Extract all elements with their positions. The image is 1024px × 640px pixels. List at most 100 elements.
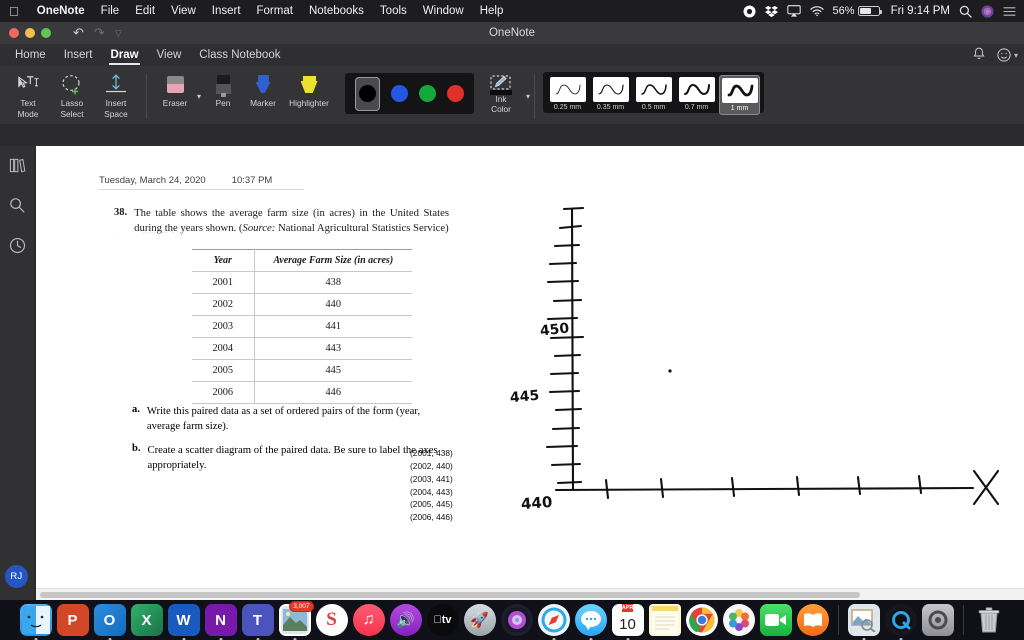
dock-item-system-preferences[interactable] [921, 604, 954, 636]
menu-item-tools[interactable]: Tools [372, 5, 415, 17]
ordered-pair-2002: (2002, 440) [410, 460, 453, 471]
thickness-option-0-35[interactable]: 0.35 mm [590, 75, 631, 113]
dock-item-siri[interactable] [500, 604, 533, 636]
dock-item-launchpad[interactable]: 🚀 [463, 604, 496, 636]
thickness-option-1mm-selected[interactable]: 1 mm [719, 75, 761, 115]
pen-button[interactable]: Pen [203, 69, 243, 109]
ink-color-chevron-down-icon[interactable]: ▾ [524, 92, 532, 101]
record-dot-icon[interactable] [743, 5, 756, 18]
menu-item-view[interactable]: View [163, 5, 204, 17]
horizontal-scrollbar-thumb[interactable] [40, 592, 860, 598]
cell-year: 2002 [192, 293, 255, 316]
dock-item-music[interactable]: ♫ [352, 604, 385, 636]
tab-insert[interactable]: Insert [55, 47, 102, 64]
note-page[interactable]: Tuesday, March 24, 2020 10:37 PM . -----… [36, 146, 1024, 633]
dock-item-notes[interactable] [648, 604, 681, 636]
question-source-label: Source: [242, 222, 276, 235]
dock-separator-2 [962, 605, 964, 635]
color-swatch-black-selected[interactable] [355, 76, 381, 111]
dock-item-outlook[interactable]: O [93, 604, 126, 640]
minimize-button[interactable] [25, 28, 35, 38]
battery-status[interactable]: 56% [833, 5, 882, 17]
customize-qat-chevron-down-icon[interactable]: ▽ [115, 28, 122, 39]
dock-item-notability[interactable]: S [315, 604, 348, 636]
spotlight-search-icon[interactable] [959, 5, 972, 18]
menu-item-insert[interactable]: Insert [204, 5, 249, 17]
dock-item-facetime[interactable] [759, 604, 792, 636]
color-swatch-blue[interactable] [391, 85, 409, 102]
ink-color-button[interactable]: Ink Color [478, 69, 524, 124]
thickness-option-0-7[interactable]: 0.7 mm [676, 75, 717, 113]
dock-item-messages[interactable] [574, 604, 607, 640]
highlighter-button[interactable]: Highlighter [283, 69, 335, 109]
thickness-option-0-25[interactable]: 0.25 mm [547, 75, 588, 113]
dock-item-finder[interactable] [19, 604, 52, 640]
redo-arrow-icon[interactable]: ↷ [94, 25, 105, 41]
menu-item-file[interactable]: File [93, 5, 128, 17]
tab-draw[interactable]: Draw [101, 47, 147, 65]
tab-home[interactable]: Home [6, 47, 55, 64]
menu-app-name[interactable]: OneNote [29, 5, 93, 17]
eraser-chevron-down-icon[interactable]: ▾ [195, 92, 203, 101]
siri-icon[interactable] [981, 4, 994, 18]
user-avatar[interactable]: RJ [5, 565, 28, 588]
dock-item-calendar[interactable]: APR 10 [611, 604, 644, 640]
dropbox-icon[interactable] [764, 5, 778, 18]
marker-button[interactable]: Marker [243, 69, 283, 109]
close-button[interactable] [9, 28, 19, 38]
bell-icon[interactable] [973, 47, 985, 63]
eraser-button[interactable]: Eraser [155, 69, 195, 109]
sidebar-item-notebooks[interactable] [6, 154, 28, 176]
dock-item-quicktime[interactable] [884, 604, 917, 640]
dock-item-chrome[interactable] [685, 604, 718, 636]
sidebar-item-recent[interactable] [6, 234, 28, 256]
stroke-preview-icon [721, 78, 758, 103]
insert-space-button[interactable]: Insert Space [94, 69, 138, 119]
text-mode-button[interactable]: Text Mode [6, 69, 50, 119]
dock-item-podcasts[interactable]: 🔊 [389, 604, 422, 636]
menu-item-edit[interactable]: Edit [127, 5, 163, 17]
dock-item-safari[interactable] [537, 604, 570, 640]
tab-view[interactable]: View [148, 47, 191, 64]
menu-item-format[interactable]: Format [249, 5, 301, 17]
sidebar-item-search[interactable] [6, 194, 28, 216]
lasso-select-label-2: Select [60, 108, 84, 119]
eraser-label: Eraser [162, 98, 188, 108]
undo-arrow-icon[interactable]: ↶ [73, 25, 84, 41]
page-date[interactable]: Tuesday, March 24, 2020 [99, 175, 206, 186]
account-menu[interactable]: ▾ [997, 48, 1018, 62]
thickness-label-0-25: 0.25 mm [553, 104, 582, 111]
dock-item-trash[interactable] [973, 604, 1005, 636]
color-swatch-red[interactable] [447, 85, 465, 102]
lasso-select-button[interactable]: Lasso Select [50, 69, 94, 119]
menu-item-window[interactable]: Window [415, 5, 472, 17]
menu-item-help[interactable]: Help [472, 5, 512, 17]
dock-item-word[interactable]: W [167, 604, 200, 640]
tab-class-notebook[interactable]: Class Notebook [190, 47, 289, 64]
dock-item-photos-shortcut[interactable]: 3,007 [278, 601, 314, 640]
dock-item-excel[interactable]: X [130, 604, 163, 636]
airplay-icon[interactable] [786, 5, 801, 17]
macos-dock: P O X W N T 3,007 S ♫ 🔊 tv 🚀 APR 10 [0, 600, 1024, 640]
left-navigation-rail: RJ [0, 146, 34, 600]
menubar-clock[interactable]: Fri 9:14 PM [889, 5, 950, 17]
dock-item-apple-tv[interactable]: tv [426, 604, 459, 636]
color-swatch-green[interactable] [419, 85, 437, 102]
page-date-header: Tuesday, March 24, 2020 10:37 PM [99, 175, 304, 190]
lasso-select-icon [60, 72, 84, 98]
page-time[interactable]: 10:37 PM [232, 175, 273, 186]
dock-item-books[interactable] [796, 604, 829, 636]
dock-item-onenote[interactable]: N [204, 604, 237, 640]
dock-item-photos[interactable] [722, 604, 755, 636]
wifi-icon[interactable] [809, 5, 824, 17]
dock-item-preview[interactable] [847, 604, 880, 640]
menu-item-notebooks[interactable]: Notebooks [301, 5, 372, 17]
thickness-option-0-5[interactable]: 0.5 mm [633, 75, 674, 113]
horizontal-scrollbar[interactable] [36, 588, 1024, 600]
dock-item-teams[interactable]: T [241, 604, 274, 640]
zoom-button[interactable] [41, 28, 51, 38]
apple-menu-icon[interactable]:  [0, 5, 29, 18]
thickness-label-0-7: 0.7 mm [684, 104, 709, 111]
dock-item-powerpoint[interactable]: P [56, 604, 89, 636]
control-center-icon[interactable] [1003, 6, 1016, 17]
